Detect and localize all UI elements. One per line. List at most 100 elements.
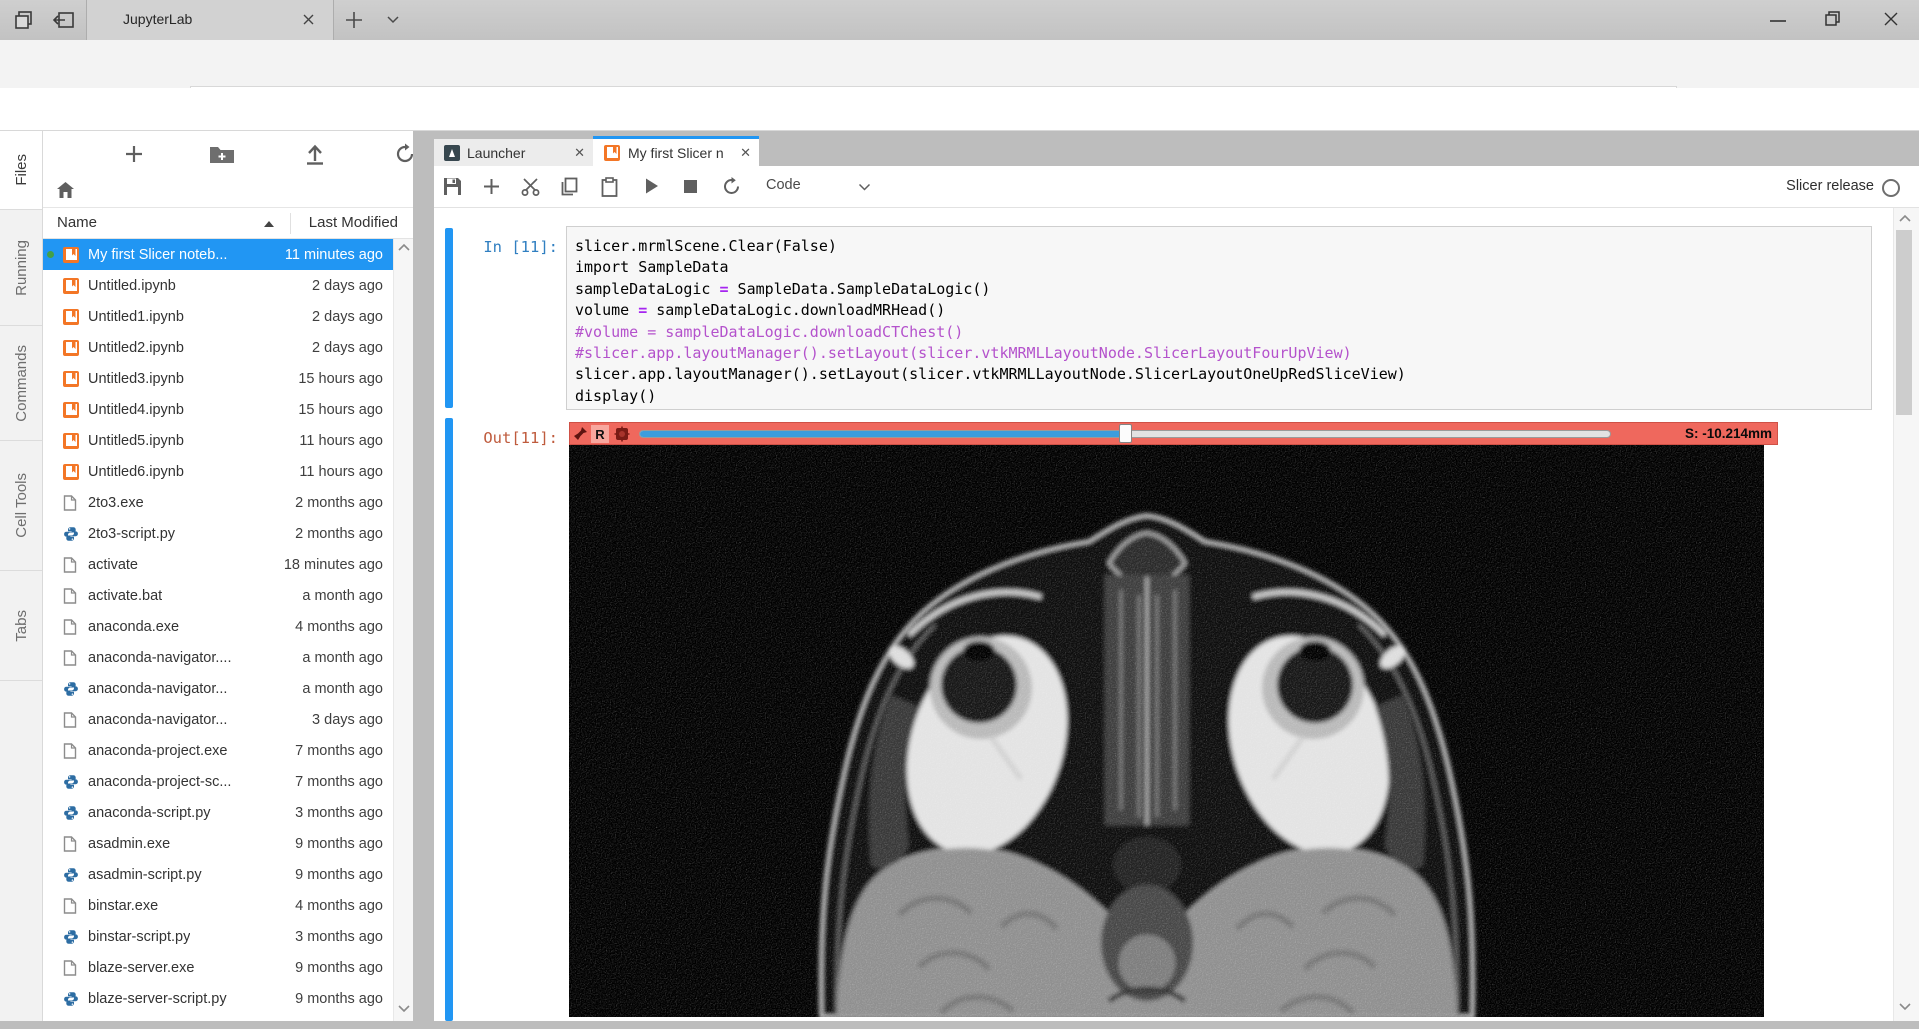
notebook-file-icon [63,371,79,387]
tab-close-icon[interactable] [301,12,316,27]
slice-slider-handle[interactable] [1119,424,1132,443]
dock-area: Launcher ✕ My first Slicer n ✕ [434,131,1919,1021]
window-minimize-button[interactable] [1768,18,1788,38]
tab-launcher[interactable]: Launcher ✕ [434,139,593,166]
new-tab-button[interactable] [344,10,364,30]
file-row[interactable]: anaconda-project.exe 7 months ago [43,735,393,766]
browser-address-row: localhost:8889/lab [0,40,1919,89]
column-header-name[interactable]: Name [57,214,97,231]
scroll-up-icon[interactable] [1899,214,1911,222]
sidebar-tab-running[interactable]: Running [0,210,42,326]
notebook-file-icon [63,247,79,263]
file-row[interactable]: anaconda-navigator.... a month ago [43,642,393,673]
file-browser-panel: Name Last Modified My first Slicer noteb… [43,131,413,1021]
interrupt-kernel-icon[interactable] [684,180,697,193]
python-file-icon [63,929,79,945]
browser-tab[interactable]: JupyterLab [86,0,334,40]
restart-kernel-icon[interactable] [722,177,741,196]
file-row[interactable]: Untitled5.ipynb 11 hours ago [43,425,393,456]
file-row[interactable]: anaconda.exe 4 months ago [43,611,393,642]
slice-view-label[interactable]: R [591,425,609,443]
file-row[interactable]: asadmin-script.py 9 months ago [43,859,393,890]
scroll-down-icon[interactable] [1899,1003,1911,1011]
file-row[interactable]: anaconda-project-sc... 7 months ago [43,766,393,797]
home-breadcrumb-icon[interactable] [56,181,75,199]
file-row[interactable]: 2to3.exe 2 months ago [43,487,393,518]
file-row[interactable]: activate.bat a month ago [43,580,393,611]
file-row[interactable]: asadmin.exe 9 months ago [43,828,393,859]
file-row[interactable]: blaze-server-script.py 9 months ago [43,983,393,1014]
window-restore-button[interactable] [1824,10,1844,30]
code-editor[interactable]: slicer.mrmlScene.Clear(False)import Samp… [566,226,1872,410]
file-modified: 4 months ago [295,898,393,914]
file-row[interactable]: Untitled4.ipynb 15 hours ago [43,394,393,425]
kernel-status-icon[interactable] [1882,179,1900,197]
output-collapser[interactable] [445,418,453,1021]
file-name: My first Slicer noteb... [88,247,227,263]
run-cell-icon[interactable] [644,177,660,195]
file-name: asadmin-script.py [88,867,202,883]
set-tabs-aside-icon[interactable] [52,10,76,30]
notebook-scrollbar[interactable] [1893,208,1919,1021]
scroll-thumb[interactable] [1896,230,1912,415]
file-row[interactable]: anaconda-navigator... 3 days ago [43,704,393,735]
file-row[interactable]: binstar.exe 4 months ago [43,890,393,921]
file-row[interactable]: activate 18 minutes ago [43,549,393,580]
scroll-down-icon[interactable] [398,1005,410,1013]
kernel-name-label[interactable]: Slicer release [1734,178,1874,194]
tab-notebook[interactable]: My first Slicer n ✕ [593,136,759,166]
add-cell-icon[interactable] [482,177,501,196]
window-bottom-edge [0,1021,1919,1029]
code-line: slicer.mrmlScene.Clear(False) [575,236,1871,257]
new-launcher-icon[interactable] [123,143,145,165]
file-row[interactable]: blaze-server.exe 9 months ago [43,952,393,983]
column-header-modified[interactable]: Last Modified [309,214,398,231]
file-row[interactable]: binstar-script.py 3 months ago [43,921,393,952]
file-row[interactable]: 2to3-script.py 2 months ago [43,518,393,549]
file-row[interactable]: Untitled.ipynb 2 days ago [43,270,393,301]
file-modified: a month ago [302,681,393,697]
slice-visibility-icon[interactable] [614,426,630,442]
file-name: anaconda.exe [88,619,179,635]
file-row[interactable]: Untitled2.ipynb 2 days ago [43,332,393,363]
file-name: Untitled1.ipynb [88,309,184,325]
python-file-icon [63,681,79,697]
file-name: blaze-server.exe [88,960,194,976]
file-list-header[interactable]: Name Last Modified [43,207,413,239]
tab-close-icon[interactable]: ✕ [740,145,751,161]
file-modified: 15 hours ago [298,402,393,418]
new-folder-icon[interactable] [209,144,235,164]
file-row[interactable]: anaconda-script.py 3 months ago [43,797,393,828]
panel-splitter[interactable] [413,131,434,1021]
cell-type-chevron-icon[interactable] [858,183,871,192]
sidebar-tab-files[interactable]: Files [0,131,42,210]
code-line: slicer.app.layoutManager().setLayout(sli… [575,364,1871,385]
file-row[interactable]: My first Slicer noteb... 11 minutes ago [43,239,393,270]
paste-cells-icon[interactable] [601,177,618,197]
file-row[interactable]: Untitled1.ipynb 2 days ago [43,301,393,332]
cell-type-select[interactable]: Code [766,177,801,193]
save-icon[interactable] [443,177,462,196]
input-prompt: In [11]: [440,238,558,256]
tabs-preview-icon[interactable] [14,10,34,30]
file-list: My first Slicer noteb... 11 minutes ago … [43,239,393,1021]
sidebar-tab-tabs[interactable]: Tabs [0,571,42,681]
mri-axial-slice[interactable] [569,445,1764,1017]
tab-close-icon[interactable]: ✕ [574,145,585,161]
scroll-up-icon[interactable] [398,243,410,251]
file-icon [63,495,79,511]
pin-icon[interactable] [573,426,588,441]
cut-cells-icon[interactable] [520,177,541,196]
file-row[interactable]: anaconda-navigator... a month ago [43,673,393,704]
sidebar-tab-cell-tools[interactable]: Cell Tools [0,441,42,571]
file-list-scrollbar[interactable] [393,239,413,1021]
upload-icon[interactable] [304,142,326,165]
copy-cells-icon[interactable] [560,177,579,196]
window-close-button[interactable] [1882,10,1902,30]
file-modified: 9 months ago [295,991,393,1007]
tab-list-chevron-icon[interactable] [386,15,400,25]
sidebar-tab-commands[interactable]: Commands [0,326,42,441]
slice-controller-bar: R S: -10.214mm [569,422,1778,445]
file-row[interactable]: Untitled6.ipynb 11 hours ago [43,456,393,487]
file-row[interactable]: Untitled3.ipynb 15 hours ago [43,363,393,394]
